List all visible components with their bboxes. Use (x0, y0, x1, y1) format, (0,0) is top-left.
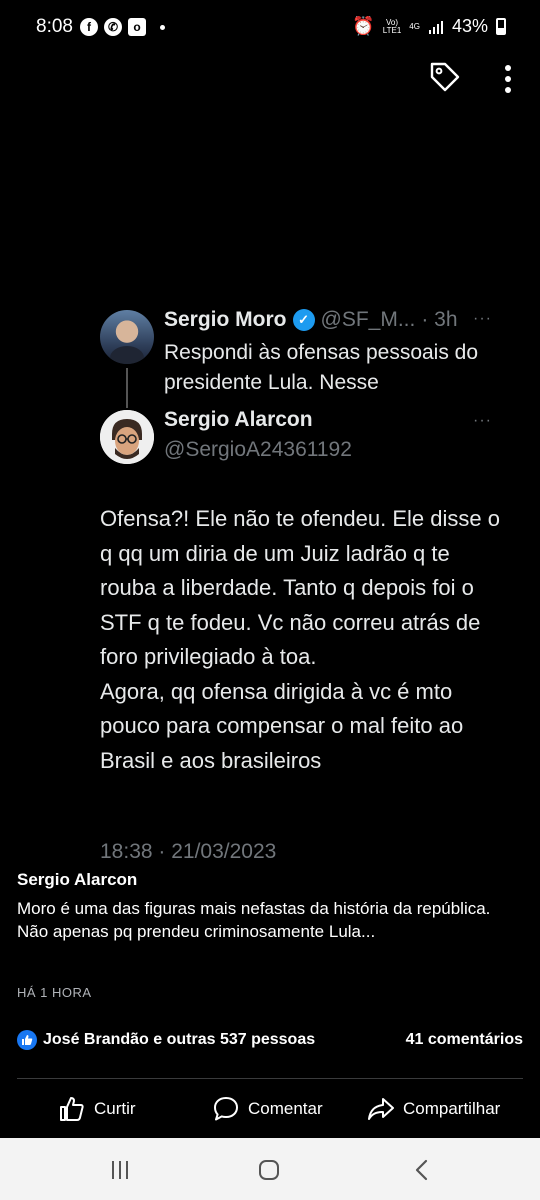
volte-indicator: Vo) LTE1 (382, 17, 402, 35)
status-time: 8:08 (36, 16, 73, 37)
thread-line (126, 368, 128, 408)
tweet-screenshot[interactable]: Sergio Moro ✓ @SF_M... · 3h ··· Respondi… (100, 300, 520, 870)
parent-more-icon: ··· (473, 310, 492, 327)
like-reaction-icon (17, 1030, 37, 1050)
reply-more-icon: ··· (473, 412, 492, 429)
comment-icon (214, 1097, 238, 1121)
share-button[interactable]: Compartilhar (367, 1092, 500, 1126)
post-author[interactable]: Sergio Alarcon (17, 870, 137, 890)
notification-icons: f ✆ o (80, 18, 165, 36)
tag-icon[interactable] (428, 60, 462, 94)
facebook-icon: f (80, 18, 98, 36)
back-arrow-icon (415, 1159, 428, 1181)
post-text[interactable]: Moro é uma das figuras mais nefastas da … (17, 897, 517, 943)
parent-author-name: Sergio Moro (164, 308, 287, 331)
reply-tweet-body: Ofensa?! Ele não te ofendeu. Ele disse o… (100, 506, 500, 773)
home-button[interactable] (257, 1158, 281, 1182)
battery-percent: 43% (451, 16, 488, 36)
share-icon (368, 1098, 394, 1120)
comments-count[interactable]: 41 comentários (406, 1031, 523, 1049)
sergio-alarcon-avatar (100, 410, 154, 464)
reactions-text: José Brandão e outras 537 pessoas (43, 1031, 316, 1048)
reply-tweet-date: 18:38 · 21/03/2023 (100, 840, 277, 863)
like-label: Curtir (94, 1099, 136, 1118)
back-button[interactable] (410, 1158, 434, 1182)
reply-author-name: Sergio Alarcon (164, 408, 313, 431)
signal-icon (428, 20, 443, 34)
share-label: Compartilhar (403, 1099, 501, 1118)
reply-tweet-header: Sergio Alarcon (164, 408, 313, 432)
divider (17, 1078, 523, 1079)
parent-tweet-time: · 3h (421, 308, 458, 331)
status-bar: 8:08 f ✆ o ⏰ Vo) LTE1 4G 43% (0, 0, 540, 56)
battery-icon (496, 18, 506, 35)
system-nav-bar (0, 1138, 540, 1200)
post-time: HÁ 1 HORA (17, 985, 92, 1000)
system-icons: ⏰ Vo) LTE1 4G 43% (352, 16, 506, 37)
reply-author-handle: @SergioA24361192 (164, 438, 352, 461)
like-button[interactable]: Curtir (58, 1092, 136, 1126)
reactions-summary[interactable]: José Brandão e outras 537 pessoas (17, 1030, 315, 1050)
verified-badge-icon: ✓ (292, 309, 315, 331)
sergio-moro-avatar (100, 310, 154, 364)
recent-apps-button[interactable] (108, 1158, 132, 1182)
parent-author-handle: @SF_M... (320, 308, 416, 331)
outlook-icon: o (128, 18, 146, 36)
more-options-icon[interactable] (498, 62, 518, 96)
alarm-icon: ⏰ (352, 16, 375, 36)
reply-handle-row: @SergioA24361192 (164, 438, 352, 462)
parent-tweet-text: Respondi às ofensas pessoais do presiden… (164, 341, 479, 394)
thumbs-up-icon (60, 1097, 84, 1121)
data-type-indicator: 4G (409, 21, 420, 31)
more-notifications-dot (160, 24, 165, 30)
comment-label: Comentar (248, 1099, 323, 1118)
parent-tweet-header: Sergio Moro ✓ @SF_M... · 3h (164, 308, 458, 332)
comment-button[interactable]: Comentar (212, 1092, 323, 1126)
whatsapp-icon: ✆ (104, 18, 122, 36)
